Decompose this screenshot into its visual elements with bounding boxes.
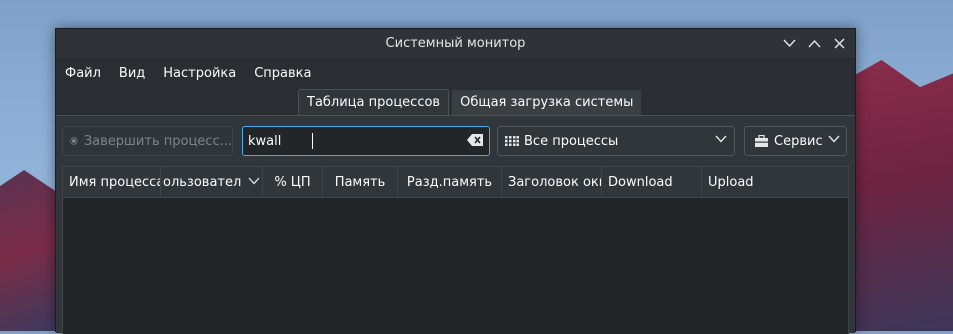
column-header-shared-memory[interactable]: Разд.память [398,167,502,197]
column-header-user[interactable]: ользовател [161,167,263,197]
menu-file[interactable]: Файл [62,66,112,81]
wallpaper-left [0,170,60,331]
text-caret [312,133,313,149]
search-field[interactable] [242,126,490,156]
grid-icon [505,136,519,146]
column-header-window-title[interactable]: Заголовок окн [502,167,602,197]
end-process-label: Завершить процесс... [83,133,232,149]
sort-indicator-icon [248,177,260,185]
tab-process-table[interactable]: Таблица процессов [298,89,450,115]
column-header-cpu[interactable]: % ЦП [263,167,323,197]
tab-bar: Таблица процессов Общая загрузка системы [298,89,643,115]
menu-bar: Файл Вид Настройка Справка [56,58,855,88]
tools-label: Сервис [774,133,823,149]
clear-icon [467,134,483,146]
close-button[interactable] [830,34,849,53]
search-input[interactable] [248,133,313,149]
column-header-memory[interactable]: Память [323,167,398,197]
window-controls [780,34,849,53]
table-body[interactable] [63,198,848,334]
column-label: Upload [708,174,754,190]
column-label: ользовател [163,174,242,190]
chevron-down-icon [783,39,796,48]
wallpaper-right [843,60,953,331]
column-label: Разд.память [406,174,493,190]
menu-view[interactable]: Вид [116,66,156,81]
menu-help[interactable]: Справка [251,66,322,81]
column-header-name[interactable]: Имя процесса [63,167,161,197]
end-process-button[interactable]: Завершить процесс... [62,126,233,156]
process-filter-combo[interactable]: Все процессы [497,126,735,156]
stop-icon [70,137,78,145]
toolbox-icon [755,135,768,147]
column-label: Заголовок окн [508,174,602,190]
close-icon [834,38,845,49]
column-label: % ЦП [274,174,311,190]
chevron-up-icon [808,39,821,48]
column-header-upload[interactable]: Upload [702,167,848,197]
clear-search-button[interactable] [467,134,483,150]
column-header-download[interactable]: Download [602,167,702,197]
maximize-button[interactable] [805,34,824,53]
minimize-button[interactable] [780,34,799,53]
system-monitor-window: Системный монитор Файл Вид Настройка Спр… [55,28,856,334]
process-table-page: Завершить процесс... Все процессы Сервис [56,115,855,334]
chevron-down-icon [715,135,727,143]
column-label: Память [334,174,386,190]
menu-settings[interactable]: Настройка [160,66,247,81]
tools-menu-button[interactable]: Сервис [744,126,847,156]
window-title: Системный монитор [385,36,526,51]
process-filter-label: Все процессы [524,133,619,149]
tab-system-load[interactable]: Общая загрузка системы [451,89,643,115]
title-bar[interactable]: Системный монитор [56,29,855,58]
table-header: Имя процесса ользовател % ЦП Память Разд… [63,167,848,198]
process-table[interactable]: Имя процесса ользовател % ЦП Память Разд… [62,166,849,334]
chevron-down-icon [828,135,840,143]
column-label: Имя процесса [69,174,161,190]
column-label: Download [608,174,673,190]
